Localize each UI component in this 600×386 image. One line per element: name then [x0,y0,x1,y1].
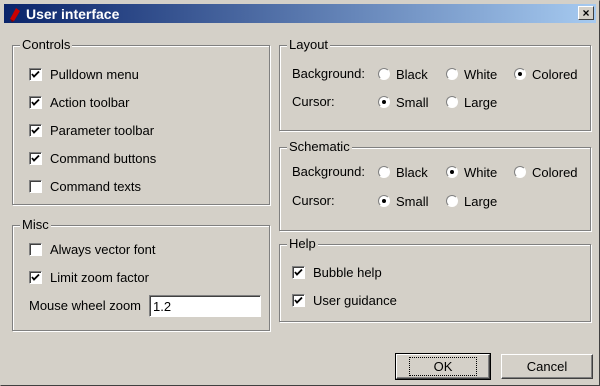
radio-button[interactable] [446,96,458,108]
user-interface-dialog: User interface × Controls Pulldown menu … [0,0,600,386]
radio-button[interactable] [446,68,458,80]
checkbox-box[interactable] [292,293,305,307]
radio-label: Black [396,66,428,82]
schematic-radio-large[interactable]: Large [446,192,497,210]
radio-label: Small [396,94,429,110]
checkbox-parameter-toolbar[interactable]: Parameter toolbar [29,121,154,139]
radio-label: Large [464,94,498,110]
schematic-cursor-label: Cursor: [292,193,335,208]
layout-radio-black[interactable]: Black [378,65,428,83]
checkmark-icon [31,98,40,106]
checkbox-label: Action toolbar [50,94,130,110]
checkmark-icon [31,154,40,162]
misc-group-label: Misc [20,217,51,232]
checkmark-icon [31,273,40,281]
checkbox-label: Parameter toolbar [50,122,155,138]
radio-label: White [464,66,498,82]
radio-label: Black [396,164,428,180]
checkbox-user-guidance[interactable]: User guidance [292,291,397,309]
checkbox-label: Bubble help [313,264,382,280]
checkmark-icon [31,70,40,78]
close-button[interactable]: × [578,6,594,20]
layout-background-label: Background: [292,66,365,81]
radio-button[interactable] [514,68,526,80]
window-title: User interface [26,5,120,22]
checkbox-pulldown-menu[interactable]: Pulldown menu [29,65,139,83]
schematic-radio-colored[interactable]: Colored [514,163,578,181]
schematic-group: Schematic Background: Black White Colore… [279,140,591,231]
app-icon [10,7,20,22]
checkbox-label: Command buttons [50,150,157,166]
checkbox-label: Always vector font [50,241,156,257]
checkbox-bubble-help[interactable]: Bubble help [292,263,382,281]
checkbox-limit-zoom-factor[interactable]: Limit zoom factor [29,268,149,286]
radio-button[interactable] [378,195,390,207]
layout-radio-white[interactable]: White [446,65,497,83]
checkmark-icon [294,296,303,304]
checkbox-command-texts[interactable]: Command texts [29,177,141,195]
checkbox-label: User guidance [313,292,397,308]
checkbox-box[interactable] [29,95,42,109]
radio-button[interactable] [378,166,390,178]
mouse-wheel-zoom-input[interactable] [149,295,261,317]
layout-radio-colored[interactable]: Colored [514,65,578,83]
checkbox-box[interactable] [292,265,305,279]
help-group-label: Help [287,236,318,251]
checkbox-box[interactable] [29,67,42,81]
checkbox-box[interactable] [29,179,42,193]
schematic-radio-white[interactable]: White [446,163,497,181]
radio-label: Colored [532,164,578,180]
controls-group: Controls Pulldown menu Action toolbar Pa… [12,38,270,205]
cancel-button[interactable]: Cancel [501,354,593,379]
radio-label: Small [396,193,429,209]
checkbox-label: Limit zoom factor [50,269,149,285]
checkbox-box[interactable] [29,123,42,137]
checkbox-label: Pulldown menu [50,66,139,82]
radio-label: Colored [532,66,578,82]
checkmark-icon [294,268,303,276]
cancel-button-label: Cancel [526,359,568,374]
radio-button[interactable] [446,195,458,207]
checkmark-icon [31,126,40,134]
mouse-wheel-zoom-label: Mouse wheel zoom [29,298,141,313]
layout-group: Layout Background: Black White Colored C… [279,38,591,131]
radio-button[interactable] [446,166,458,178]
checkbox-action-toolbar[interactable]: Action toolbar [29,93,130,111]
checkbox-box[interactable] [29,151,42,165]
ok-button[interactable]: OK [395,353,491,380]
layout-radio-small[interactable]: Small [378,93,429,111]
misc-group: Misc Always vector font Limit zoom facto… [12,218,270,331]
ok-button-label: OK [408,357,478,376]
close-icon: × [582,6,590,20]
schematic-radio-black[interactable]: Black [378,163,428,181]
schematic-radio-small[interactable]: Small [378,192,429,210]
help-group: Help Bubble help User guidance [279,237,591,322]
checkbox-command-buttons[interactable]: Command buttons [29,149,156,167]
checkbox-box[interactable] [29,270,42,284]
checkbox-always-vector-font[interactable]: Always vector font [29,240,156,258]
radio-label: Large [464,193,498,209]
radio-label: White [464,164,498,180]
layout-cursor-label: Cursor: [292,94,335,109]
title-bar[interactable]: User interface × [4,4,596,23]
checkbox-label: Command texts [50,178,142,194]
radio-button[interactable] [378,96,390,108]
radio-button[interactable] [378,68,390,80]
controls-group-label: Controls [20,37,73,52]
schematic-group-label: Schematic [287,139,352,154]
layout-radio-large[interactable]: Large [446,93,497,111]
radio-button[interactable] [514,166,526,178]
schematic-background-label: Background: [292,164,365,179]
checkbox-box[interactable] [29,242,42,256]
layout-group-label: Layout [287,37,331,52]
